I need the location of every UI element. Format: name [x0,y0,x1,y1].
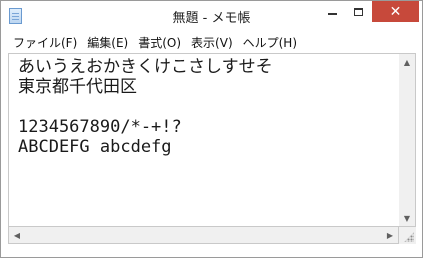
notepad-window: 無題 - メモ帳 ✕ ファイル(F) 編集(E) 書式(O) 表示(V) ヘルプ… [0,0,423,258]
menu-help[interactable]: ヘルプ(H) [238,34,302,51]
text-editor[interactable]: あいうえおかきくけこさしすせそ 東京都千代田区 1234567890/*-+!?… [8,53,399,227]
menu-bar: ファイル(F) 編集(E) 書式(O) 表示(V) ヘルプ(H) [8,31,416,54]
maximize-button[interactable] [345,1,372,22]
scroll-down-icon[interactable]: ▼ [399,210,415,226]
minimize-icon [327,12,337,15]
menu-file[interactable]: ファイル(F) [8,34,82,51]
horizontal-scrollbar[interactable]: ◀ ▶ [8,227,399,244]
scrollbar-corner [399,227,416,244]
scroll-left-icon[interactable]: ◀ [9,227,25,243]
close-button[interactable]: ✕ [372,1,419,22]
maximize-icon [354,7,363,16]
vertical-scrollbar[interactable]: ▲ ▼ [399,53,416,227]
scroll-up-icon[interactable]: ▲ [399,54,415,70]
minimize-button[interactable] [319,1,345,22]
resize-grip-icon[interactable] [404,232,414,242]
close-icon: ✕ [389,3,402,20]
menu-format[interactable]: 書式(O) [133,34,186,51]
scroll-right-icon[interactable]: ▶ [382,227,398,243]
menu-view[interactable]: 表示(V) [186,34,238,51]
menu-edit[interactable]: 編集(E) [82,34,133,51]
editor-text[interactable]: あいうえおかきくけこさしすせそ 東京都千代田区 1234567890/*-+!?… [18,57,273,157]
title-bar[interactable]: 無題 - メモ帳 ✕ [1,1,422,31]
